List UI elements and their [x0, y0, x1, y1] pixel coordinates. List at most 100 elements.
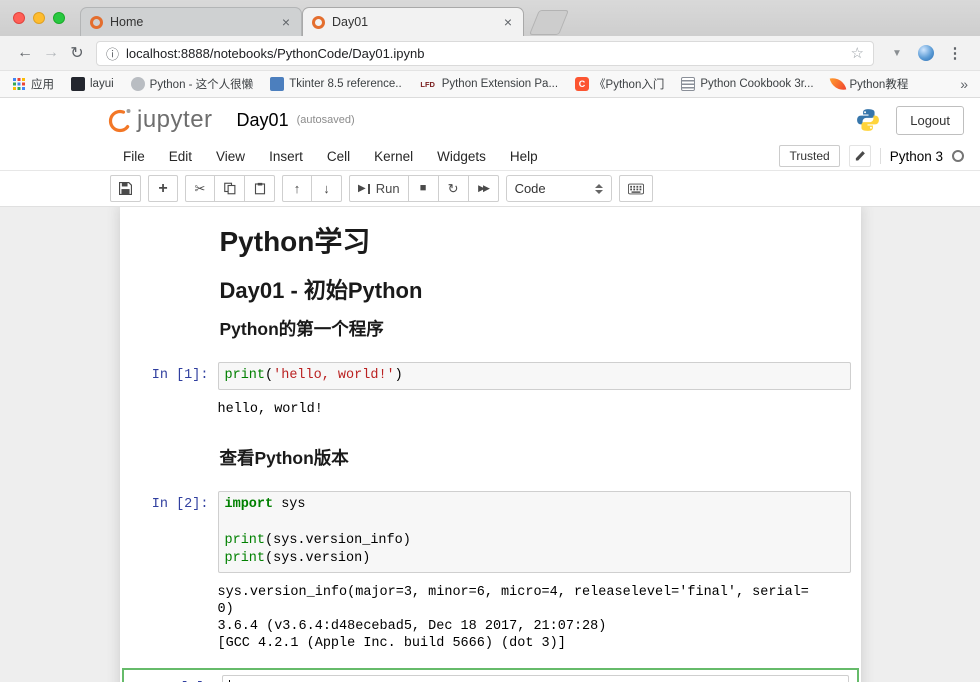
restart-run-all-button[interactable]: ▶▶ — [469, 175, 499, 202]
bookmark-apps[interactable]: 应用 — [12, 76, 54, 92]
bookmark-star-icon[interactable]: ☆ — [851, 44, 864, 62]
lfd-favicon: LFD — [419, 77, 437, 91]
zoom-window-button[interactable] — [53, 12, 65, 24]
cell-type-select[interactable]: Code — [506, 175, 612, 202]
bookmark-label: Python Cookbook 3r... — [700, 78, 813, 90]
header-right: Logout — [856, 106, 964, 135]
navigation-bar: ← → ↻ ⓘ localhost:8888/notebooks/PythonC… — [0, 36, 980, 71]
bookmark-label: Python教程 — [850, 76, 909, 92]
divider — [880, 148, 881, 164]
menu-view[interactable]: View — [204, 149, 257, 164]
code-cell-3-selected[interactable]: In [ ]: — [122, 668, 859, 682]
bookmark-python-tutorial[interactable]: Python教程 — [831, 76, 909, 92]
bookmarks-overflow-icon[interactable]: » — [960, 76, 968, 92]
cell-output-2: sys.version_info(major=3, minor=6, micro… — [120, 578, 861, 658]
bookmark-lfd-extensions[interactable]: LFD Python Extension Pa... — [419, 77, 558, 91]
close-tab-icon[interactable]: × — [280, 14, 292, 30]
page-info-icon[interactable]: ⓘ — [106, 44, 119, 63]
code-input[interactable]: import sys print(sys.version_info)print(… — [218, 491, 851, 573]
notebook-toolbar: + ✂ ↑ ↓ — [0, 171, 980, 207]
markdown-heading-2: Day01 - 初始Python — [220, 277, 841, 304]
extension-dropdown-icon[interactable]: ▼ — [884, 48, 910, 59]
book-favicon — [681, 77, 695, 91]
cut-cell-button[interactable]: ✂ — [185, 175, 215, 202]
code-input[interactable]: print('hello, world!') — [218, 362, 851, 390]
bookmark-label: Python Extension Pa... — [442, 78, 558, 90]
plus-icon: + — [158, 181, 167, 197]
restart-kernel-button[interactable]: ↻ — [439, 175, 469, 202]
copy-cell-button[interactable] — [215, 175, 245, 202]
output-text: sys.version_info(major=3, minor=6, micro… — [218, 580, 851, 656]
insert-cell-button[interactable]: + — [148, 175, 178, 202]
apps-grid-icon — [12, 77, 26, 91]
jupyter-logo[interactable]: jupyter — [106, 106, 213, 134]
menu-bar: File Edit View Insert Cell Kernel Widget… — [0, 142, 980, 171]
save-button[interactable] — [110, 175, 141, 202]
run-step-bar — [368, 184, 370, 194]
cut-icon: ✂ — [195, 182, 206, 195]
bookmark-cookbook[interactable]: Python Cookbook 3r... — [681, 77, 813, 91]
move-cell-down-button[interactable]: ↓ — [312, 175, 342, 202]
menu-file[interactable]: File — [111, 149, 157, 164]
menu-help[interactable]: Help — [498, 149, 550, 164]
select-arrows-icon — [595, 184, 603, 194]
move-cell-up-button[interactable]: ↑ — [282, 175, 312, 202]
tab-home[interactable]: Home × — [80, 7, 302, 36]
keyboard-icon — [628, 183, 644, 195]
menu-right: Trusted Python 3 — [779, 145, 964, 167]
close-window-button[interactable] — [13, 12, 25, 24]
autosave-status: (autosaved) — [297, 114, 355, 126]
bookmark-python-intro[interactable]: C 《Python入门 — [575, 76, 664, 92]
bookmark-tkinter[interactable]: Tkinter 8.5 reference.. — [270, 77, 402, 91]
stop-icon: ■ — [420, 183, 427, 194]
bookmark-label: 应用 — [31, 76, 54, 92]
forward-button[interactable]: → — [38, 44, 64, 62]
menu-cell[interactable]: Cell — [315, 149, 362, 164]
paste-cell-button[interactable] — [245, 175, 275, 202]
clipboard-button-group: ✂ — [185, 175, 275, 202]
menu-edit[interactable]: Edit — [157, 149, 204, 164]
tkinter-favicon — [270, 77, 284, 91]
jupyter-favicon — [90, 16, 103, 29]
text-cursor — [229, 680, 231, 682]
minimize-window-button[interactable] — [33, 12, 45, 24]
cell-output-1: hello, world! — [120, 395, 861, 424]
jupyter-logo-mark — [106, 106, 134, 134]
arrow-up-icon: ↑ — [294, 182, 301, 195]
reload-button[interactable]: ↻ — [64, 43, 90, 63]
interrupt-kernel-button[interactable]: ■ — [409, 175, 439, 202]
bookmarks-bar: 应用 layui Python - 这个人很懒 Tkinter 8.5 refe… — [0, 71, 980, 98]
jupyter-logo-text: jupyter — [137, 106, 213, 134]
browser-menu-icon[interactable]: ⋮ — [942, 44, 968, 62]
menu-kernel[interactable]: Kernel — [362, 149, 425, 164]
bookmark-python-blog[interactable]: Python - 这个人很懒 — [131, 76, 254, 92]
back-button[interactable]: ← — [12, 44, 38, 62]
run-button-group: ▶ Run ■ ↻ ▶▶ — [349, 175, 499, 202]
tab-strip: Home × Day01 × — [80, 6, 564, 36]
markdown-heading-3b: 查看Python版本 — [220, 448, 841, 469]
cell-type-value: Code — [515, 181, 546, 196]
tab-day01[interactable]: Day01 × — [302, 7, 524, 36]
python-logo-icon — [856, 108, 880, 132]
extension-globe-icon[interactable] — [918, 45, 934, 61]
bookmark-layui[interactable]: layui — [71, 77, 114, 91]
menu-widgets[interactable]: Widgets — [425, 149, 498, 164]
jupyter-header: jupyter Day01 (autosaved) Logout — [0, 98, 980, 142]
layui-favicon — [71, 77, 85, 91]
notebook-title[interactable]: Day01 — [237, 110, 289, 131]
command-palette-button[interactable] — [619, 175, 653, 202]
save-icon — [119, 182, 132, 195]
output-prompt — [120, 397, 218, 422]
run-button[interactable]: ▶ Run — [349, 175, 409, 202]
notebook-container: Python学习 Day01 - 初始Python Python的第一个程序 I… — [120, 207, 861, 682]
trusted-button[interactable]: Trusted — [779, 145, 839, 167]
logout-button[interactable]: Logout — [896, 106, 964, 135]
code-input[interactable] — [222, 675, 849, 682]
run-label: Run — [376, 181, 400, 196]
output-text: hello, world! — [218, 397, 851, 422]
menu-insert[interactable]: Insert — [257, 149, 315, 164]
address-bar[interactable]: ⓘ localhost:8888/notebooks/PythonCode/Da… — [96, 41, 874, 66]
new-tab-button[interactable] — [529, 10, 569, 35]
notebook-scroll-area[interactable]: Python学习 Day01 - 初始Python Python的第一个程序 I… — [0, 207, 980, 682]
close-tab-icon[interactable]: × — [502, 14, 514, 30]
